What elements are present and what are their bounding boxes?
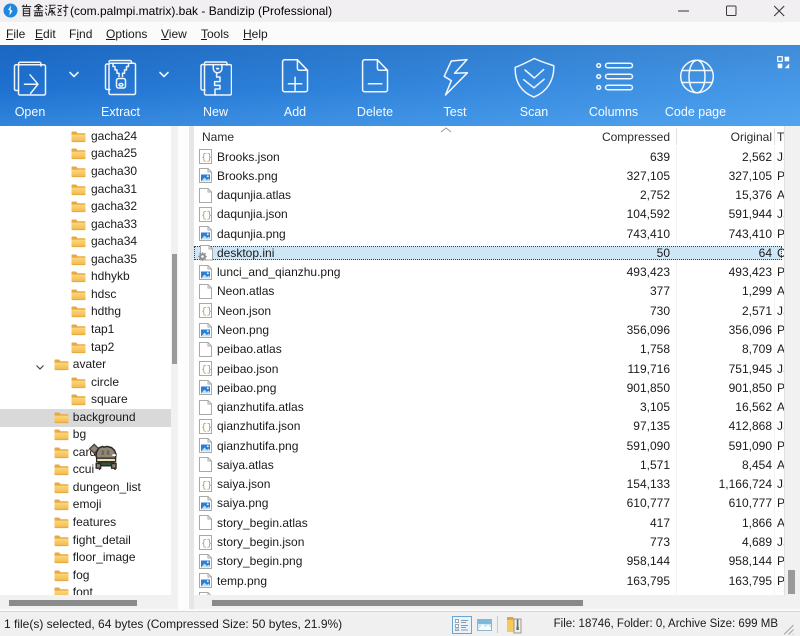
svg-text:{}: {}	[201, 153, 212, 163]
svg-text:{}: {}	[201, 307, 212, 317]
svg-text:{}: {}	[201, 365, 212, 375]
svg-text:{}: {}	[201, 480, 212, 490]
svg-text:{}: {}	[201, 422, 212, 432]
svg-text:{}: {}	[201, 210, 212, 220]
svg-text:{}: {}	[201, 538, 212, 548]
